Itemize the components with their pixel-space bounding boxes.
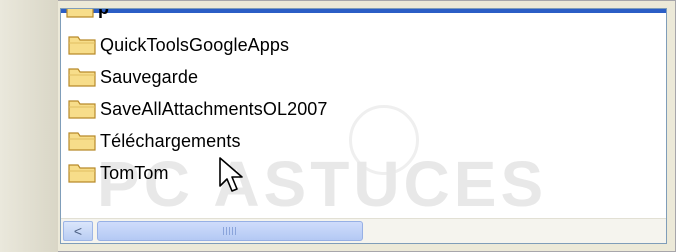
scrollbar-thumb[interactable] bbox=[97, 221, 363, 241]
list-item-label: p bbox=[98, 9, 110, 19]
list-item-label: Téléchargements bbox=[100, 130, 241, 151]
list-item[interactable]: Téléchargements bbox=[67, 125, 328, 157]
folder-list: QuickToolsGoogleApps Sauvegarde SaveAllA… bbox=[67, 29, 328, 189]
folder-list-panel: p PC ASTUCES QuickToolsGoogleApps Sauveg… bbox=[60, 8, 667, 244]
window-background-strip bbox=[0, 0, 58, 252]
folder-icon bbox=[68, 68, 96, 87]
list-item[interactable]: Sauvegarde bbox=[67, 61, 328, 93]
list-item-label: QuickToolsGoogleApps bbox=[100, 34, 290, 55]
folder-icon bbox=[68, 132, 96, 151]
list-item-label: TomTom bbox=[100, 162, 169, 183]
list-item[interactable]: QuickToolsGoogleApps bbox=[67, 29, 328, 61]
folder-icon bbox=[66, 9, 94, 18]
watermark-circle bbox=[349, 105, 419, 175]
folder-icon bbox=[68, 36, 96, 55]
list-item[interactable]: TomTom bbox=[67, 157, 328, 189]
list-item-label: Sauvegarde bbox=[100, 66, 199, 87]
grip-icon bbox=[223, 227, 237, 235]
chevron-left-icon: < bbox=[73, 223, 83, 239]
selection-highlight-bar bbox=[61, 9, 666, 13]
mouse-pointer-icon bbox=[219, 157, 243, 192]
folder-icon bbox=[68, 164, 96, 183]
horizontal-scrollbar[interactable]: < bbox=[61, 218, 666, 243]
folder-icon bbox=[68, 100, 96, 119]
scroll-left-button[interactable]: < bbox=[63, 221, 93, 241]
list-item-label: SaveAllAttachmentsOL2007 bbox=[100, 98, 328, 119]
list-item-partial[interactable]: p bbox=[65, 9, 110, 19]
list-item[interactable]: SaveAllAttachmentsOL2007 bbox=[67, 93, 328, 125]
